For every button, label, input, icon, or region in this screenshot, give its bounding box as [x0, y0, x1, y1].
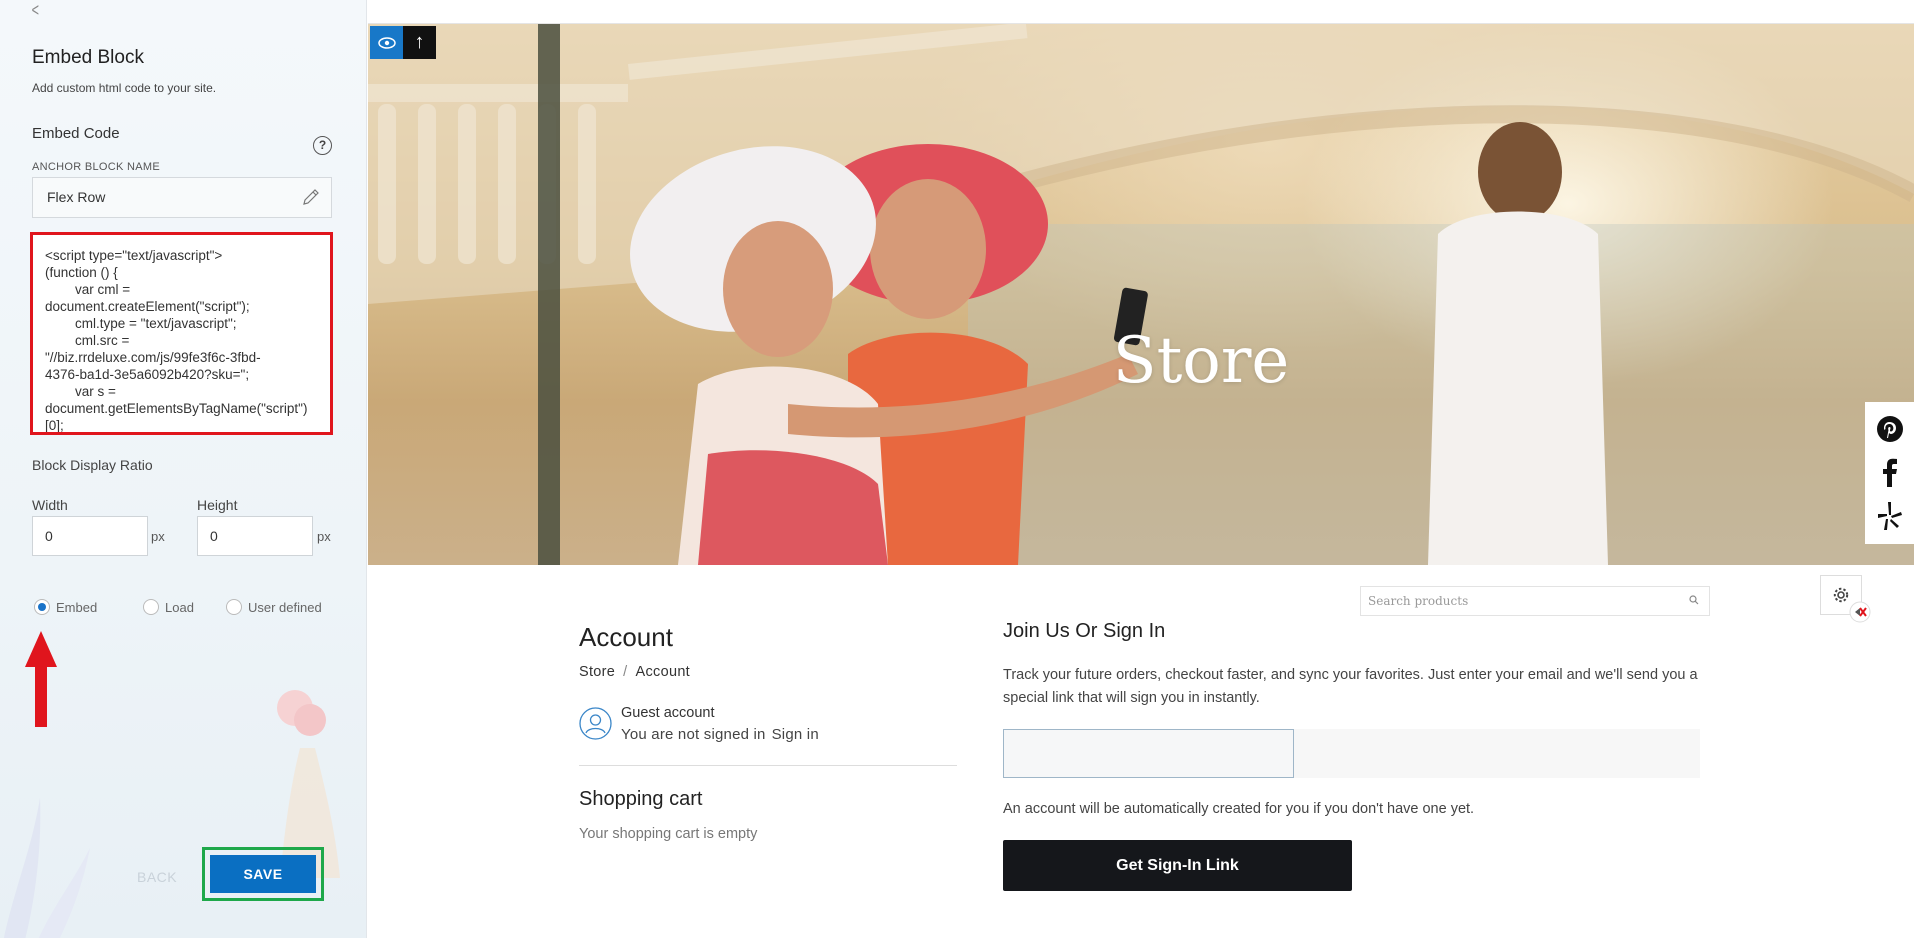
facebook-icon[interactable] [1880, 457, 1900, 487]
account-title: Account [579, 622, 673, 652]
panel-subtitle: Add custom html code to your site. [32, 81, 217, 95]
search-placeholder: Search products [1368, 594, 1469, 608]
display-ratio-label: Block Display Ratio [32, 457, 153, 473]
pencil-icon[interactable] [301, 187, 321, 207]
red-arrow-annotation [25, 631, 57, 727]
height-input[interactable]: 0 [197, 516, 313, 556]
hero-banner: ↑ Store [368, 24, 1914, 565]
guest-status-text: You are not signed in [621, 726, 766, 743]
radio-user-defined-label: User defined [248, 599, 322, 615]
radio-embed-dot[interactable] [34, 599, 50, 615]
remove-icon[interactable] [1848, 600, 1872, 624]
leaf-decoration [3, 798, 90, 938]
save-highlight: SAVE [202, 847, 324, 901]
editor-panel: < Embed Block Add custom html code to yo… [0, 0, 367, 938]
height-label: Height [197, 497, 238, 513]
radio-load-label: Load [165, 599, 194, 615]
embed-code-textarea[interactable]: <script type="text/javascript"> (functio… [30, 232, 333, 435]
email-field-background [1294, 729, 1700, 778]
back-chevron-icon[interactable]: < [32, 0, 39, 21]
arrow-up-icon[interactable]: ↑ [403, 26, 436, 59]
pinterest-icon[interactable] [1876, 415, 1904, 443]
embed-code-label: Embed Code [32, 125, 120, 142]
auto-account-note: An account will be automatically created… [1003, 801, 1475, 817]
search-icon[interactable] [1689, 595, 1699, 605]
panel-title: Embed Block [32, 47, 144, 68]
sign-in-link[interactable]: Sign in [772, 726, 819, 743]
width-unit: px [151, 529, 165, 544]
join-title: Join Us Or Sign In [1003, 620, 1166, 642]
yelp-icon[interactable] [1877, 501, 1903, 531]
height-unit: px [317, 529, 331, 544]
hero-photo [368, 24, 1914, 565]
width-input[interactable]: 0 [32, 516, 148, 556]
radio-load-dot[interactable] [143, 599, 159, 615]
preview-top-strip [368, 0, 1914, 24]
social-bar [1865, 402, 1914, 544]
hero-controls: ↑ [370, 26, 436, 59]
guest-account-title: Guest account [621, 705, 715, 721]
get-sign-in-link-button[interactable]: Get Sign-In Link [1003, 840, 1352, 891]
breadcrumb-separator: / [623, 664, 628, 680]
breadcrumb-store[interactable]: Store [579, 664, 615, 680]
save-button[interactable]: SAVE [210, 855, 316, 893]
radio-user-defined[interactable]: User defined [226, 599, 322, 615]
guest-status: You are not signed in Sign in [621, 726, 819, 743]
back-button[interactable]: BACK [137, 869, 177, 885]
user-icon [579, 707, 612, 740]
search-input[interactable]: Search products [1360, 586, 1710, 616]
breadcrumb: Store / Account [579, 664, 690, 680]
email-field[interactable] [1003, 729, 1294, 778]
anchor-name-label: ANCHOR BLOCK NAME [32, 161, 160, 173]
hero-title: Store [1112, 324, 1290, 398]
radio-embed-label: Embed [56, 599, 98, 615]
divider [579, 765, 957, 766]
anchor-name-input[interactable]: Flex Row [32, 177, 332, 218]
radio-embed[interactable]: Embed [34, 599, 97, 615]
eye-icon[interactable] [370, 26, 403, 59]
cart-empty-text: Your shopping cart is empty [579, 826, 758, 842]
breadcrumb-account: Account [635, 664, 691, 680]
join-description: Track your future orders, checkout faste… [1003, 667, 1698, 706]
width-label: Width [32, 497, 68, 513]
radio-load[interactable]: Load [143, 599, 194, 615]
radio-user-defined-dot[interactable] [226, 599, 242, 615]
cart-title: Shopping cart [579, 788, 703, 810]
help-icon[interactable]: ? [313, 136, 332, 155]
